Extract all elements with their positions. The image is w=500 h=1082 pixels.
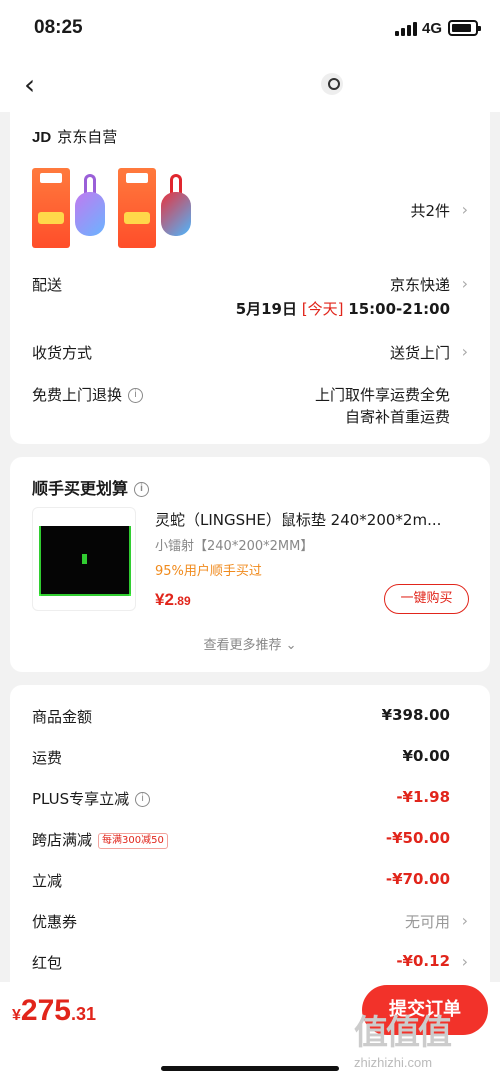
chevron-right-icon (462, 911, 468, 930)
nav-bar: ‹ (0, 60, 500, 112)
chevron-right-icon (462, 200, 468, 219)
coupon-label: 优惠券 (32, 913, 78, 931)
free-return-label: 免费上门退换 (32, 386, 123, 404)
chevron-right-icon (462, 342, 468, 361)
battery-icon (448, 20, 481, 36)
back-icon[interactable]: ‹ (24, 70, 54, 100)
instant-discount-value: -¥70.00 (385, 870, 450, 888)
location-icon[interactable] (321, 73, 343, 95)
instant-discount-label: 立减 (32, 872, 63, 890)
free-return-line1: 上门取件享运费全免 (314, 386, 450, 404)
product-price: ¥2.89 (155, 590, 191, 609)
product-thumb[interactable] (118, 168, 191, 248)
plus-discount-label: PLUS专享立减 (32, 790, 130, 808)
shipping-value: ¥0.00 (402, 747, 450, 765)
item-count: 共2件 (410, 202, 450, 220)
receive-label: 收货方式 (32, 344, 93, 362)
watermark: 值值值 zhizhizhi.com (350, 1005, 495, 1082)
price-summary-card: 商品金额 ¥398.00 运费 ¥0.00 PLUS专享立减 i -¥1.98 跨… (10, 685, 490, 1015)
home-indicator[interactable] (161, 1066, 339, 1071)
product-tag: 95%用户顺手买过 (155, 564, 262, 579)
total-price: ¥275.31 (12, 994, 96, 1027)
cross-store-label: 跨店满减 (32, 831, 93, 849)
info-icon[interactable]: i (128, 388, 144, 403)
product-name[interactable]: 灵蛇（LINGSHE）鼠标垫 240*200*2m... (155, 509, 475, 530)
goods-amount-value: ¥398.00 (381, 706, 450, 724)
shipping-label: 运费 (32, 749, 63, 767)
order-card: JD 京东自营 共2件 配送 京东快递 5月19日 [今天] 15:00-21:0… (10, 112, 490, 444)
receive-value: 送货上门 (389, 344, 450, 362)
delivery-time: 5月19日 [今天] 15:00-21:00 (235, 300, 450, 318)
info-icon[interactable]: i (135, 792, 151, 807)
recommend-title: 顺手买更划算 i (32, 475, 150, 499)
store-header: JD 京东自营 (32, 126, 117, 147)
one-click-buy-button[interactable]: 一键购买 (384, 584, 469, 614)
product-poster (118, 168, 156, 248)
plus-discount-value: -¥1.98 (396, 788, 450, 806)
network-type: 4G (422, 20, 443, 37)
watermark-url: zhizhizhi.com (354, 1055, 433, 1070)
chevron-right-icon (462, 952, 468, 971)
see-more-link[interactable]: 查看更多推荐 ⌄ (10, 634, 490, 653)
status-bar: 08:25 4G (0, 0, 500, 60)
recommend-card: 顺手买更划算 i 灵蛇（LINGSHE）鼠标垫 240*200*2m... 小镭射… (10, 457, 490, 672)
info-icon[interactable]: i (134, 482, 150, 497)
speaker-image (161, 192, 191, 236)
delivery-label: 配送 (32, 276, 63, 294)
cross-store-value: -¥50.00 (385, 829, 450, 847)
jd-logo: JD (32, 129, 52, 146)
coupon-value: 无可用 (404, 913, 450, 931)
promo-badge: 每满300减50 (98, 832, 168, 849)
free-return-line2: 自寄补首重运费 (344, 408, 450, 426)
product-poster (32, 168, 70, 248)
goods-amount-label: 商品金额 (32, 708, 93, 726)
store-name: 京东自营 (57, 128, 118, 146)
red-packet-value: -¥0.12 (396, 952, 450, 970)
watermark-logo: 值值值 (354, 1013, 452, 1053)
signal-icon (395, 22, 419, 36)
product-thumb[interactable] (32, 168, 105, 248)
speaker-image (75, 192, 105, 236)
product-spec: 小镭射【240*200*2MM】 (155, 539, 314, 554)
delivery-carrier: 京东快递 (389, 276, 450, 294)
product-image[interactable] (32, 507, 136, 611)
status-time: 08:25 (34, 17, 83, 38)
mousepad-image (39, 526, 131, 596)
red-packet-label: 红包 (32, 954, 63, 972)
chevron-right-icon (462, 274, 468, 293)
